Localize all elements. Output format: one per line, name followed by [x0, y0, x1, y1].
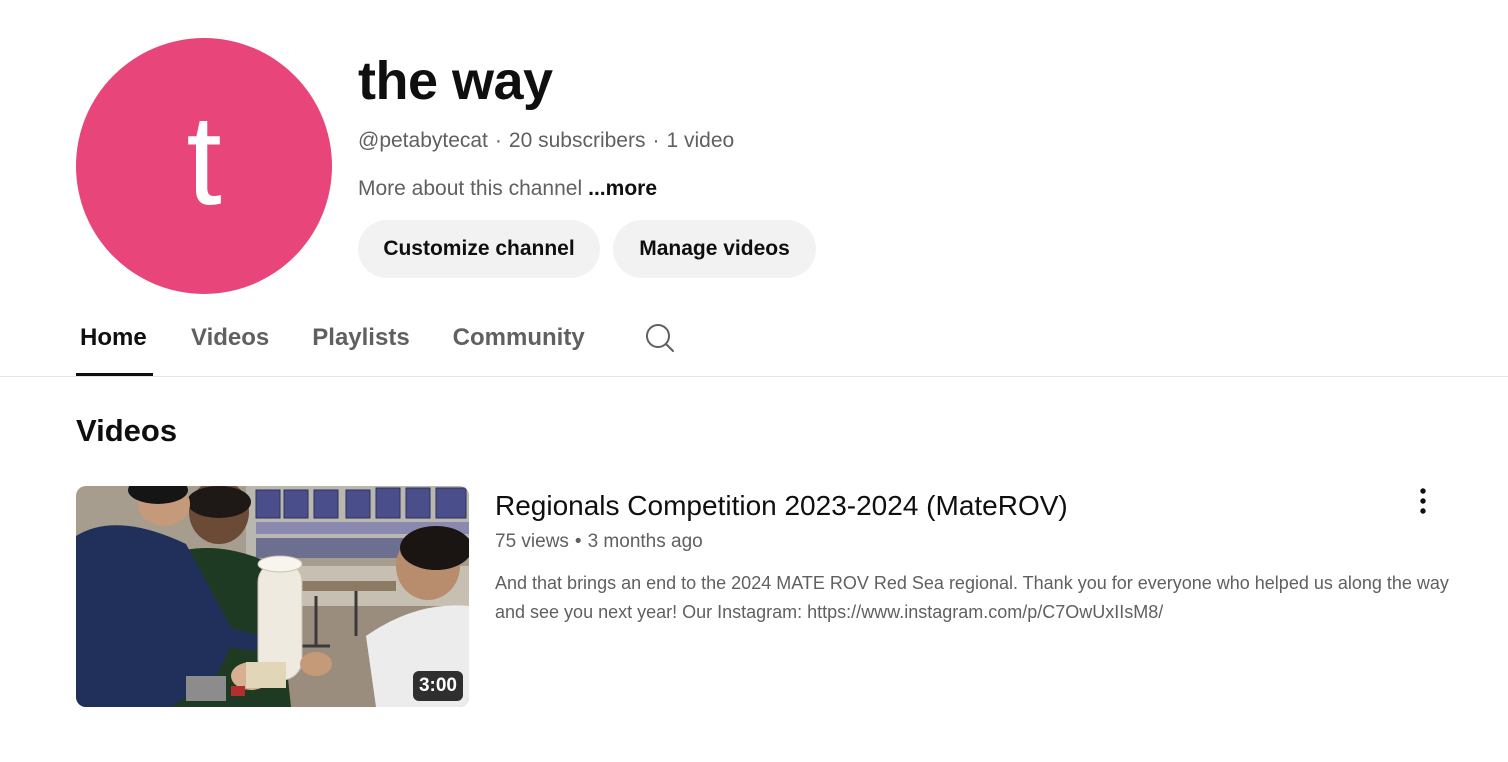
meta-separator: ·: [494, 129, 502, 152]
thumbnail-image: [76, 486, 469, 707]
about-text: More about this channel: [358, 177, 583, 200]
video-meta-separator: •: [574, 531, 582, 552]
video-duration: 3:00: [412, 671, 463, 701]
tab-community[interactable]: Community: [449, 300, 589, 376]
more-link[interactable]: ...more: [588, 177, 657, 200]
video-title[interactable]: Regionals Competition 2023-2024 (MateROV…: [495, 489, 1068, 523]
more-vert-icon[interactable]: [1408, 484, 1438, 518]
subscriber-count: 20 subscribers: [508, 129, 646, 152]
video-age: 3 months ago: [587, 531, 703, 552]
channel-meta: @petabytecat · 20 subscribers · 1 video: [358, 127, 734, 155]
manage-videos-button[interactable]: Manage videos: [613, 220, 816, 278]
channel-name: the way: [358, 51, 553, 111]
channel-page: t the way @petabytecat · 20 subscribers · 1 …: [0, 0, 1508, 762]
avatar-letter: t: [186, 89, 222, 232]
video-meta: 75 views • 3 months ago: [495, 530, 703, 554]
meta-separator: ·: [652, 129, 660, 152]
channel-about[interactable]: More about this channel ...more: [358, 175, 657, 203]
video-count: 1 video: [666, 129, 735, 152]
tab-playlists[interactable]: Playlists: [308, 300, 413, 376]
video-thumbnail[interactable]: 3:00: [76, 486, 469, 707]
channel-tabs: Home Videos Playlists Community: [76, 300, 680, 376]
channel-handle: @petabytecat: [358, 129, 488, 152]
customize-channel-button[interactable]: Customize channel: [358, 220, 600, 278]
section-title: Videos: [76, 413, 178, 448]
video-views: 75 views: [495, 531, 569, 552]
tabs-divider: [0, 376, 1508, 377]
search-icon[interactable]: [640, 300, 680, 376]
video-description: And that brings an end to the 2024 MATE …: [495, 573, 1449, 622]
channel-avatar[interactable]: t: [76, 38, 332, 294]
tab-home[interactable]: Home: [76, 300, 153, 376]
tab-videos[interactable]: Videos: [187, 300, 273, 376]
